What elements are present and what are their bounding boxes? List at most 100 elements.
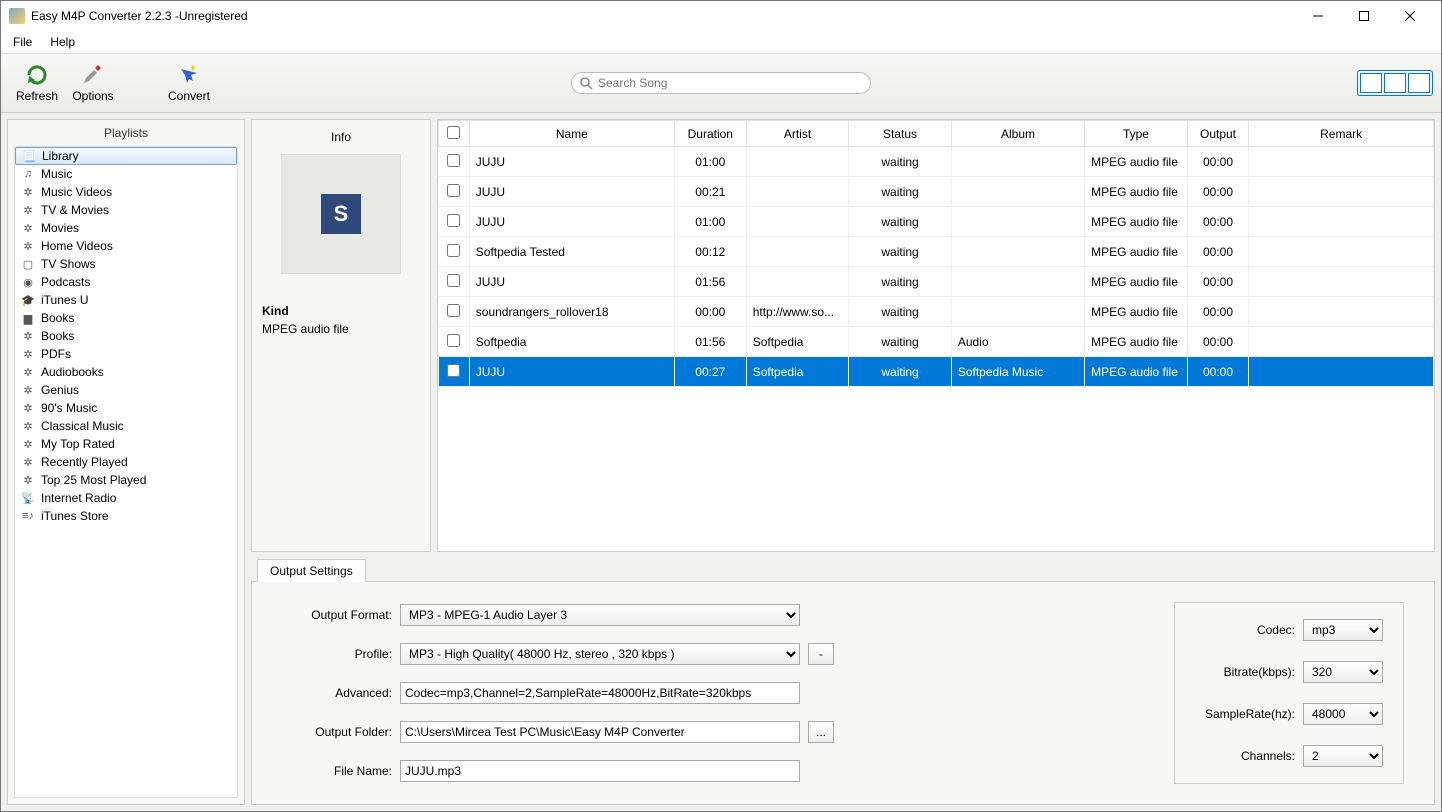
playlist-item[interactable]: ♫Music — [15, 165, 237, 183]
row-checkbox[interactable] — [447, 364, 460, 377]
playlist-item[interactable]: ✲Books — [15, 327, 237, 345]
maximize-button[interactable] — [1341, 1, 1387, 31]
profile-minus-button[interactable]: - — [808, 643, 834, 665]
cell-name: JUJU — [469, 177, 674, 207]
songs-table[interactable]: NameDurationArtistStatusAlbumTypeOutputR… — [437, 119, 1435, 552]
playlist-item[interactable]: ≡♪iTunes Store — [15, 507, 237, 525]
row-checkbox[interactable] — [447, 154, 460, 167]
col-header[interactable]: Duration — [674, 121, 746, 147]
col-header[interactable]: Artist — [746, 121, 849, 147]
cell-album: Audio — [951, 327, 1084, 357]
row-checkbox[interactable] — [447, 184, 460, 197]
convert-button[interactable]: Convert — [161, 59, 217, 107]
cell-output: 00:00 — [1187, 237, 1249, 267]
col-header[interactable]: Output — [1187, 121, 1249, 147]
channels-label: Channels: — [1195, 749, 1295, 763]
col-header[interactable] — [439, 121, 470, 147]
cell-type: MPEG audio file — [1085, 267, 1188, 297]
table-row[interactable]: Softpedia01:56SoftpediawaitingAudioMPEG … — [439, 327, 1434, 357]
channels-select[interactable]: 2 — [1303, 745, 1383, 767]
codec-select[interactable]: mp3 — [1303, 619, 1383, 641]
samplerate-select[interactable]: 48000 — [1303, 703, 1383, 725]
playlist-item[interactable]: ✲My Top Rated — [15, 435, 237, 453]
table-row[interactable]: Softpedia Tested00:12waitingMPEG audio f… — [439, 237, 1434, 267]
search-input[interactable] — [571, 72, 871, 94]
search-icon — [579, 76, 593, 90]
playlist-item[interactable]: 📡Internet Radio — [15, 489, 237, 507]
table-row[interactable]: JUJU00:21waitingMPEG audio file00:00 — [439, 177, 1434, 207]
cell-album: Softpedia Music — [951, 357, 1084, 387]
gear-icon: ✲ — [21, 221, 35, 235]
playlist-item[interactable]: ✲Recently Played — [15, 453, 237, 471]
cell-duration: 00:27 — [674, 357, 746, 387]
close-button[interactable] — [1387, 1, 1433, 31]
cell-output: 00:00 — [1187, 357, 1249, 387]
playlist-item[interactable]: 📃 Library — [15, 147, 237, 165]
browse-folder-button[interactable]: ... — [808, 721, 834, 743]
playlist-item[interactable]: ✲Genius — [15, 381, 237, 399]
menubar: File Help — [1, 31, 1441, 53]
playlist-label: Music — [41, 167, 72, 181]
minimize-button[interactable] — [1295, 1, 1341, 31]
cell-duration: 01:56 — [674, 267, 746, 297]
table-row[interactable]: JUJU01:00waitingMPEG audio file00:00 — [439, 207, 1434, 237]
cell-artist: Softpedia — [746, 357, 849, 387]
playlist-item[interactable]: ✲ Movies — [15, 219, 237, 237]
playlist-item[interactable]: ✲90's Music — [15, 399, 237, 417]
library-icon: 📃 — [22, 149, 36, 163]
row-checkbox[interactable] — [447, 304, 460, 317]
col-header[interactable]: Type — [1085, 121, 1188, 147]
row-checkbox[interactable] — [447, 274, 460, 287]
cell-duration: 00:00 — [674, 297, 746, 327]
table-row[interactable]: JUJU01:56waitingMPEG audio file00:00 — [439, 267, 1434, 297]
info-title: Info — [262, 130, 420, 144]
advanced-input[interactable] — [400, 682, 800, 704]
table-row[interactable]: soundrangers_rollover1800:00http://www.s… — [439, 297, 1434, 327]
profile-select[interactable]: MP3 - High Quality( 48000 Hz, stereo , 3… — [400, 643, 800, 665]
col-header[interactable]: Album — [951, 121, 1084, 147]
playlist-item[interactable]: ▢TV Shows — [15, 255, 237, 273]
cell-name: JUJU — [469, 207, 674, 237]
col-header[interactable]: Remark — [1249, 121, 1434, 147]
playlist-item[interactable]: ✲TV & Movies — [15, 201, 237, 219]
row-checkbox[interactable] — [447, 244, 460, 257]
filename-input[interactable] — [400, 760, 800, 782]
playlist-item[interactable]: ✲Audiobooks — [15, 363, 237, 381]
app-icon — [9, 8, 25, 24]
playlist-item[interactable]: ✲Top 25 Most Played — [15, 471, 237, 489]
playlist-label: iTunes U — [41, 293, 89, 307]
playlist-item[interactable]: ▆Books — [15, 309, 237, 327]
row-checkbox[interactable] — [447, 334, 460, 347]
playlist-item[interactable]: 🎓iTunes U — [15, 291, 237, 309]
bitrate-select[interactable]: 320 — [1303, 661, 1383, 683]
playlist-label: Movies — [41, 221, 79, 235]
table-row[interactable]: JUJU00:27SoftpediawaitingSoftpedia Music… — [439, 357, 1434, 387]
playlist-item[interactable]: ◉Podcasts — [15, 273, 237, 291]
col-header[interactable]: Name — [469, 121, 674, 147]
playlist-label: Library — [42, 149, 79, 163]
view-toggle[interactable] — [1357, 70, 1433, 96]
gear-icon: ✲ — [21, 383, 35, 397]
gear-icon: ✲ — [21, 347, 35, 361]
folder-input[interactable] — [400, 721, 800, 743]
playlist-list[interactable]: 📃Library♫Music✲Music Videos✲TV & Movies✲… — [14, 146, 238, 798]
row-checkbox[interactable] — [447, 214, 460, 227]
cell-name: soundrangers_rollover18 — [469, 297, 674, 327]
output-settings-tab[interactable]: Output Settings — [257, 559, 366, 582]
menu-help[interactable]: Help — [44, 33, 81, 51]
gear-icon: ✲ — [21, 419, 35, 433]
bitrate-label: Bitrate(kbps): — [1195, 665, 1295, 679]
options-button[interactable]: Options — [65, 59, 121, 107]
select-all-checkbox[interactable] — [447, 126, 460, 139]
playlist-item[interactable]: ✲Home Videos — [15, 237, 237, 255]
playlist-item[interactable]: ✲PDFs — [15, 345, 237, 363]
col-header[interactable]: Status — [849, 121, 952, 147]
menu-file[interactable]: File — [7, 33, 38, 51]
format-select[interactable]: MP3 - MPEG-1 Audio Layer 3 — [400, 604, 800, 626]
refresh-button[interactable]: Refresh — [9, 59, 65, 107]
playlist-item[interactable]: ✲Classical Music — [15, 417, 237, 435]
table-row[interactable]: JUJU01:00waitingMPEG audio file00:00 — [439, 147, 1434, 177]
gear-icon: ✲ — [21, 473, 35, 487]
playlist-item[interactable]: ✲Music Videos — [15, 183, 237, 201]
cell-status: waiting — [849, 207, 952, 237]
